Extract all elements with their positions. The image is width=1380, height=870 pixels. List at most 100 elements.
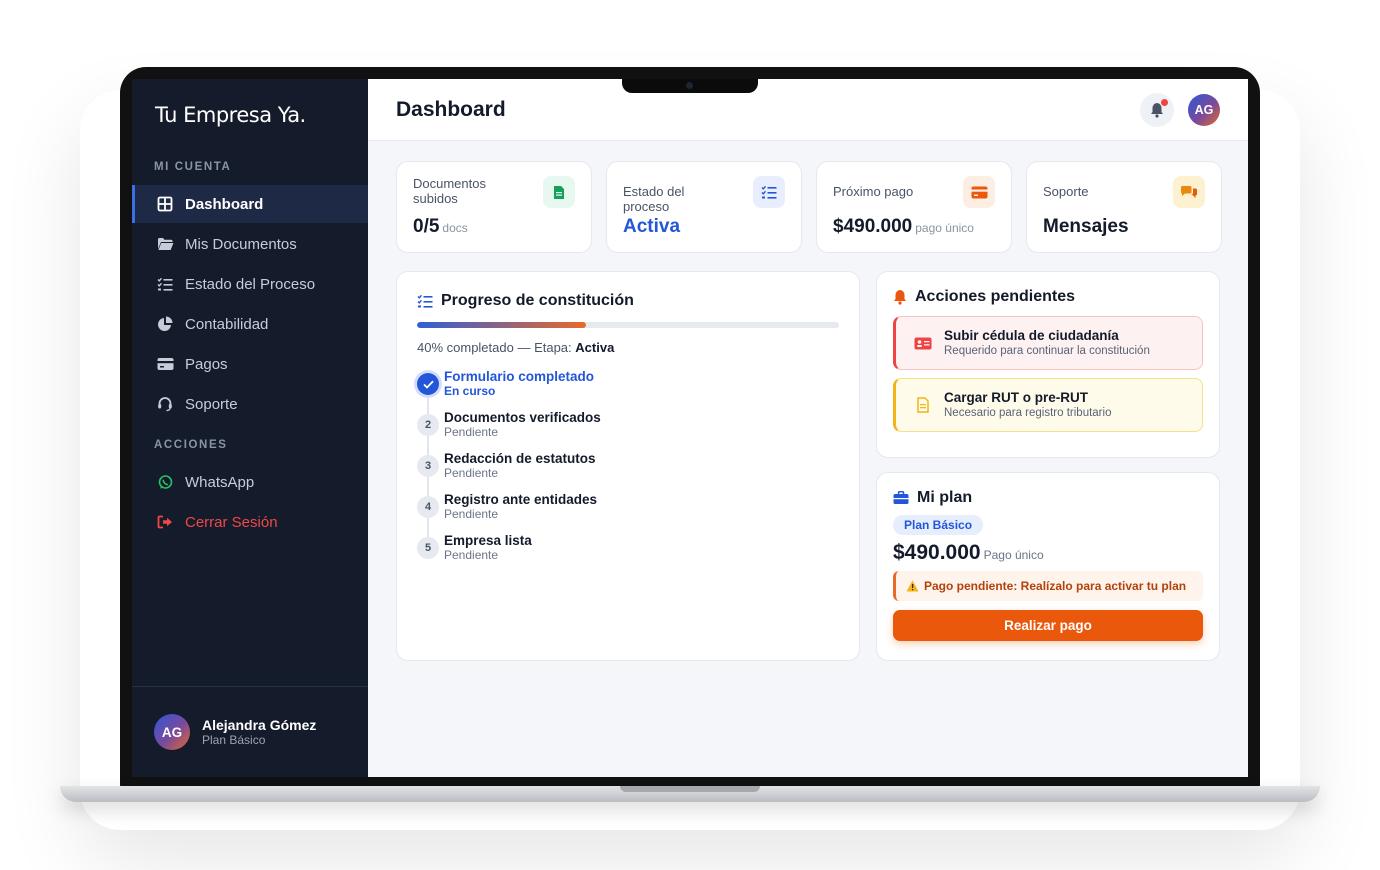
sidebar-item-label: Cerrar Sesión xyxy=(185,513,278,531)
main-content: Dashboard AG Documentos subidos 0/5 docs … xyxy=(368,79,1248,777)
step-status: Pendiente xyxy=(444,548,499,562)
stat-card-documentos[interactable]: Documentos subidos 0/5 docs xyxy=(396,161,592,253)
folder-icon xyxy=(156,235,174,253)
step-number: 5 xyxy=(417,537,439,559)
step-number: 2 xyxy=(417,414,439,436)
action-title: Subir cédula de ciudadanía xyxy=(944,328,1119,343)
user-profile[interactable]: AG Alejandra Gómez Plan Básico xyxy=(132,686,368,777)
sidebar-item-dashboard[interactable]: Dashboard xyxy=(132,185,368,223)
step-status: Pendiente xyxy=(444,466,499,480)
pending-actions-title: Acciones pendientes xyxy=(893,288,1203,306)
checklist-icon xyxy=(417,294,433,309)
stat-label: Estado del proceso xyxy=(623,184,685,214)
sidebar-item-estado[interactable]: Estado del Proceso xyxy=(132,265,368,303)
action-desc: Requerido para continuar la constitución xyxy=(944,345,1150,357)
action-upload-rut[interactable]: Cargar RUT o pre-RUT Necesario para regi… xyxy=(893,378,1203,432)
sidebar-item-documentos[interactable]: Mis Documentos xyxy=(132,225,368,263)
chat-icon xyxy=(1173,176,1205,208)
check-icon xyxy=(417,373,439,395)
sidebar-item-label: Mis Documentos xyxy=(185,235,297,253)
step-name: Documentos verificados xyxy=(444,410,601,425)
warning-icon xyxy=(906,580,919,592)
progress-bar-fill xyxy=(417,322,586,328)
brand-logo[interactable]: Tu Empresa Ya. xyxy=(155,103,306,127)
progress-bar xyxy=(417,322,839,328)
step-number: 3 xyxy=(417,455,439,477)
laptop-groove xyxy=(620,786,760,792)
step-status: En curso xyxy=(444,384,496,398)
plan-title: Mi plan xyxy=(893,489,1203,507)
sidebar-item-label: Soporte xyxy=(185,395,238,413)
sidebar: Tu Empresa Ya. MI CUENTA Dashboard Mis D… xyxy=(132,79,368,777)
avatar: AG xyxy=(154,714,190,750)
whatsapp-icon xyxy=(156,473,174,491)
topbar: Dashboard AG xyxy=(368,79,1248,141)
logout-icon xyxy=(156,513,174,531)
stat-card-soporte[interactable]: Soporte Mensajes xyxy=(1026,161,1222,253)
sidebar-item-pagos[interactable]: Pagos xyxy=(132,345,368,383)
sidebar-item-label: Pagos xyxy=(185,355,228,373)
step-name: Registro ante entidades xyxy=(444,492,598,507)
plan-price: $490.000 Pago único xyxy=(893,541,1044,564)
sidebar-item-whatsapp[interactable]: WhatsApp xyxy=(132,463,368,501)
stats-row: Documentos subidos 0/5 docs Estado del pr… xyxy=(396,161,1222,253)
headset-icon xyxy=(156,395,174,413)
file-icon xyxy=(912,397,934,413)
pending-actions-card: Acciones pendientes Subir cédula de ciud… xyxy=(876,271,1220,458)
sidebar-item-soporte[interactable]: Soporte xyxy=(132,385,368,423)
camera-icon xyxy=(686,82,693,89)
document-icon xyxy=(543,176,575,208)
id-card-icon xyxy=(912,337,934,350)
step-status: Pendiente xyxy=(444,425,499,439)
progress-title: Progreso de constitución xyxy=(417,292,839,310)
stat-value: Activa xyxy=(623,216,681,237)
credit-card-icon xyxy=(963,176,995,208)
stat-value: $490.000 pago único xyxy=(833,216,974,237)
user-name: Alejandra Gómez xyxy=(202,717,317,733)
step-item[interactable]: 4 Registro ante entidades Pendiente xyxy=(417,492,839,533)
stat-value: Mensajes xyxy=(1043,216,1129,237)
step-status: Pendiente xyxy=(444,507,499,521)
stat-card-pago[interactable]: Próximo pago $490.000 pago único xyxy=(816,161,1012,253)
step-item[interactable]: Formulario completado En curso xyxy=(417,369,839,410)
credit-card-icon xyxy=(156,355,174,373)
stat-card-estado[interactable]: Estado del proceso Activa xyxy=(606,161,802,253)
app-screen: Tu Empresa Ya. MI CUENTA Dashboard Mis D… xyxy=(132,79,1248,777)
section-mi-cuenta: MI CUENTA xyxy=(154,161,232,173)
notifications-button[interactable] xyxy=(1140,92,1174,127)
camera-notch xyxy=(622,79,758,93)
plan-card: Mi plan Plan Básico $490.000 Pago único P… xyxy=(876,472,1220,661)
step-item[interactable]: 5 Empresa lista Pendiente xyxy=(417,533,839,574)
checklist-icon xyxy=(753,176,785,208)
sidebar-item-label: Estado del Proceso xyxy=(185,275,316,293)
action-desc: Necesario para registro tributario xyxy=(944,407,1112,419)
sidebar-item-label: Dashboard xyxy=(185,195,264,213)
step-name: Redacción de estatutos xyxy=(444,451,596,466)
progress-card: Progreso de constitución 40% completado … xyxy=(396,271,860,661)
sidebar-item-label: WhatsApp xyxy=(185,473,255,491)
header-avatar[interactable]: AG xyxy=(1188,93,1220,126)
progress-text: 40% completado — Etapa: Activa xyxy=(417,340,615,355)
section-acciones: ACCIONES xyxy=(154,439,228,451)
step-number: 4 xyxy=(417,496,439,518)
checklist-icon xyxy=(156,275,174,293)
sidebar-item-label: Contabilidad xyxy=(185,315,269,333)
steps-list: Formulario completado En curso 2 Documen… xyxy=(417,369,839,574)
grid-icon xyxy=(156,195,174,213)
laptop-base xyxy=(60,786,1320,802)
stat-label: Soporte xyxy=(1043,184,1089,199)
logout-button[interactable]: Cerrar Sesión xyxy=(132,503,368,541)
user-plan: Plan Básico xyxy=(202,733,266,747)
pay-button[interactable]: Realizar pago xyxy=(893,610,1203,641)
step-item[interactable]: 2 Documentos verificados Pendiente xyxy=(417,410,839,451)
briefcase-icon xyxy=(893,491,909,505)
action-upload-cedula[interactable]: Subir cédula de ciudadanía Requerido par… xyxy=(893,316,1203,370)
step-item[interactable]: 3 Redacción de estatutos Pendiente xyxy=(417,451,839,492)
step-name: Formulario completado xyxy=(444,369,595,384)
stat-value: 0/5 docs xyxy=(413,216,468,237)
stat-label: Documentos subidos xyxy=(413,176,486,206)
sidebar-item-contabilidad[interactable]: Contabilidad xyxy=(132,305,368,343)
bell-icon xyxy=(893,289,907,305)
pie-chart-icon xyxy=(156,315,174,333)
action-title: Cargar RUT o pre-RUT xyxy=(944,390,1089,405)
